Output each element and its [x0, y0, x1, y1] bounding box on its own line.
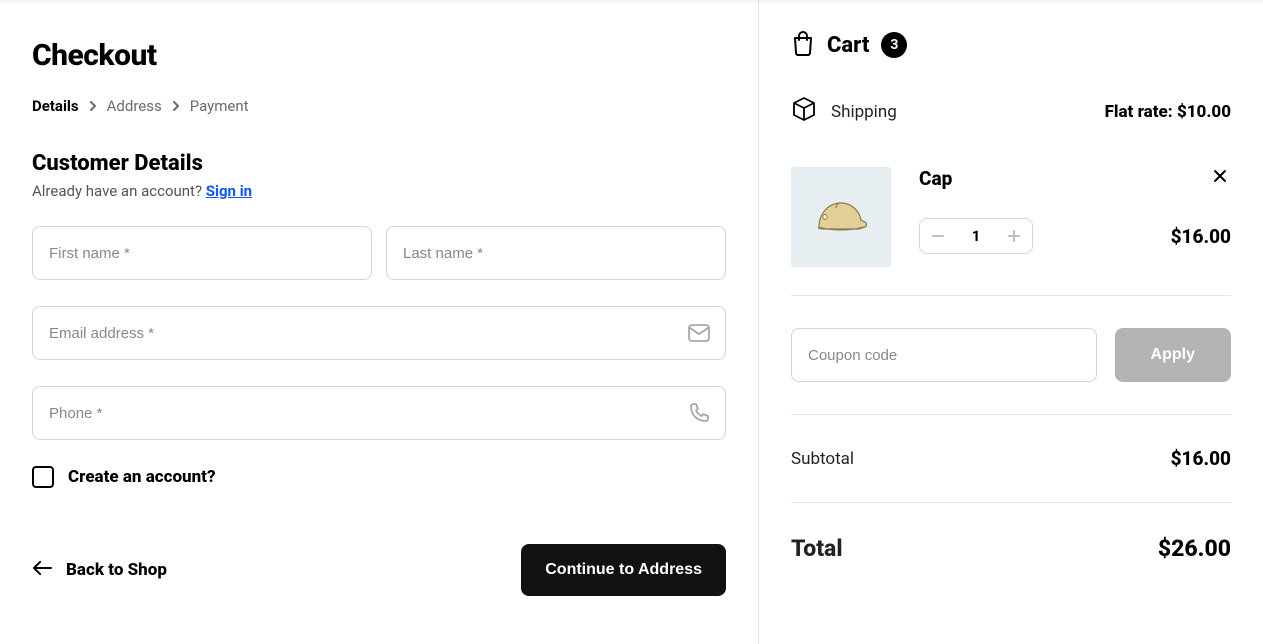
- phone-icon: [688, 402, 710, 424]
- total-label: Total: [791, 535, 843, 562]
- mail-icon: [688, 324, 710, 342]
- shipping-label: Shipping: [831, 102, 897, 122]
- customer-details-heading: Customer Details: [32, 151, 726, 176]
- subtotal-label: Subtotal: [791, 449, 854, 469]
- last-name-input[interactable]: [386, 226, 726, 280]
- breadcrumb: Details Address Payment: [32, 97, 726, 115]
- cart-item-name: Cap: [919, 167, 952, 190]
- qty-value: 1: [956, 227, 996, 245]
- breadcrumb-step-address[interactable]: Address: [107, 97, 162, 115]
- remove-item-button[interactable]: [1209, 167, 1231, 189]
- apply-coupon-button[interactable]: Apply: [1115, 328, 1231, 382]
- signin-prompt-text: Already have an account?: [32, 182, 206, 200]
- page-title: Checkout: [32, 38, 726, 73]
- shopping-bag-icon: [791, 30, 815, 60]
- cart-count-badge: 3: [881, 32, 907, 58]
- create-account-label: Create an account?: [68, 467, 216, 487]
- breadcrumb-step-payment[interactable]: Payment: [190, 97, 249, 115]
- back-to-shop-label: Back to Shop: [66, 560, 167, 580]
- chevron-right-icon: [89, 101, 97, 111]
- phone-input[interactable]: [32, 386, 726, 440]
- chevron-right-icon: [172, 101, 180, 111]
- shipping-value: Flat rate: $10.00: [1105, 102, 1231, 122]
- arrow-left-icon: [32, 560, 52, 580]
- cart-title: Cart: [827, 33, 869, 58]
- qty-increase-button[interactable]: [996, 219, 1032, 253]
- total-value: $26.00: [1158, 535, 1231, 562]
- continue-button[interactable]: Continue to Address: [521, 544, 726, 596]
- cart-item: Cap 1 $16.00: [791, 167, 1231, 296]
- subtotal-value: $16.00: [1171, 447, 1231, 470]
- email-input[interactable]: [32, 306, 726, 360]
- sign-in-link[interactable]: Sign in: [206, 182, 252, 200]
- coupon-input[interactable]: [791, 328, 1097, 382]
- signin-prompt: Already have an account? Sign in: [32, 182, 726, 200]
- product-thumbnail: [791, 167, 891, 267]
- package-icon: [791, 96, 817, 127]
- first-name-input[interactable]: [32, 226, 372, 280]
- cart-item-price: $16.00: [1171, 225, 1231, 248]
- quantity-stepper: 1: [919, 218, 1033, 254]
- qty-decrease-button[interactable]: [920, 219, 956, 253]
- breadcrumb-step-details[interactable]: Details: [32, 97, 79, 115]
- back-to-shop-link[interactable]: Back to Shop: [32, 560, 167, 580]
- create-account-checkbox[interactable]: [32, 466, 54, 488]
